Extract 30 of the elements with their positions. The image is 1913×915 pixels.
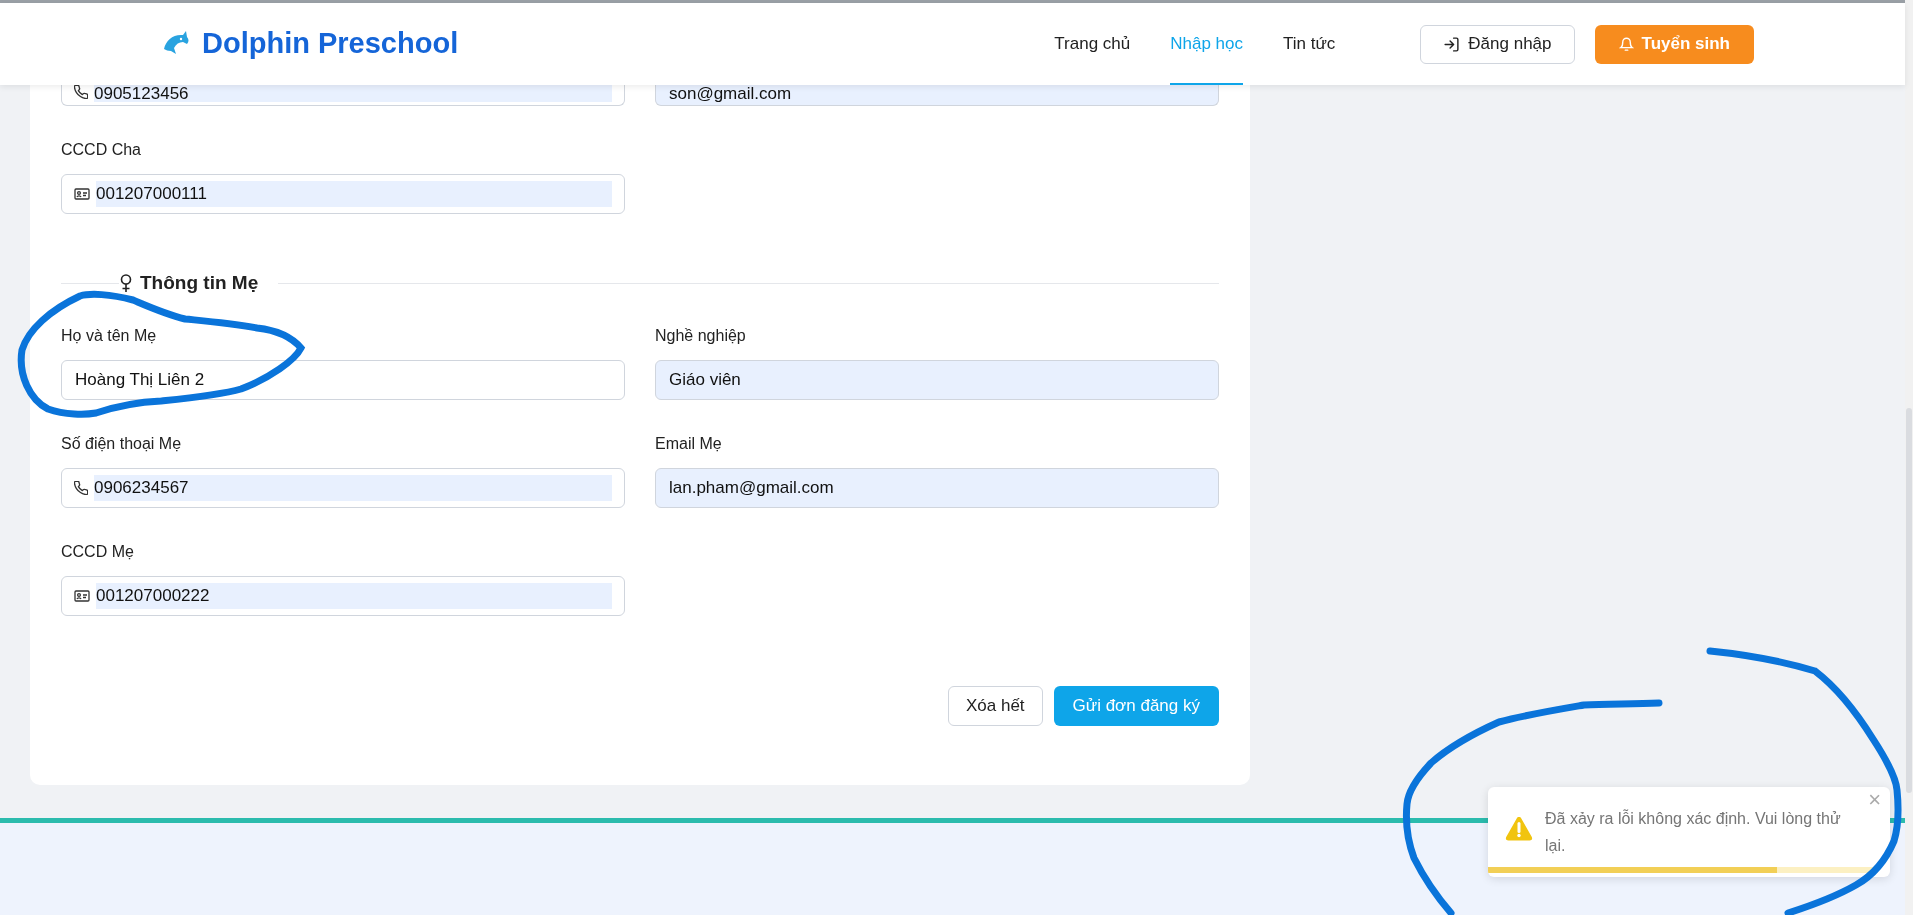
field-label: Họ và tên Mẹ: [61, 325, 158, 346]
input-field[interactable]: Hoàng Thị Liên 2: [61, 359, 625, 400]
input-field[interactable]: 0905123456: [61, 85, 625, 106]
input-field[interactable]: lan.pham@gmail.com: [655, 467, 1219, 508]
phone-icon: [74, 85, 88, 99]
id-card-icon: [74, 588, 90, 603]
phone-icon: [74, 480, 88, 495]
field-label: CCCD Mẹ: [61, 541, 135, 562]
input-field[interactable]: 0906234567: [61, 467, 625, 508]
field-label: Nghề nghiệp: [655, 325, 747, 346]
scrollbar[interactable]: [1905, 0, 1913, 915]
clear-button[interactable]: Xóa hết: [947, 685, 1043, 726]
female-symbol-icon: [120, 274, 132, 293]
bell-icon: [1618, 36, 1634, 52]
warning-icon: [1505, 815, 1533, 842]
brand-name: Dolphin Preschool: [202, 26, 459, 62]
login-icon: [1443, 35, 1461, 53]
login-button[interactable]: Đăng nhập: [1420, 24, 1575, 64]
input-field[interactable]: Giáo viên: [655, 359, 1219, 400]
id-card-icon: [74, 187, 90, 201]
input-field[interactable]: son@gmail.com: [655, 85, 1219, 106]
nav-link[interactable]: Trang chủ: [1054, 3, 1131, 85]
section-title: Thông tin Mẹ: [140, 271, 259, 295]
toast-message: Đã xảy ra lỗi không xác định. Vui lòng thử lại.: [1545, 808, 1842, 856]
input-field[interactable]: 001207000111: [61, 174, 625, 214]
field-label: CCCD Cha: [61, 140, 142, 160]
nav-link[interactable]: Tin tức: [1283, 3, 1336, 85]
field-label: Số điện thoại Mẹ: [61, 433, 183, 454]
input-field[interactable]: 001207000222: [61, 575, 625, 616]
field-label: Email Mẹ: [655, 433, 723, 454]
